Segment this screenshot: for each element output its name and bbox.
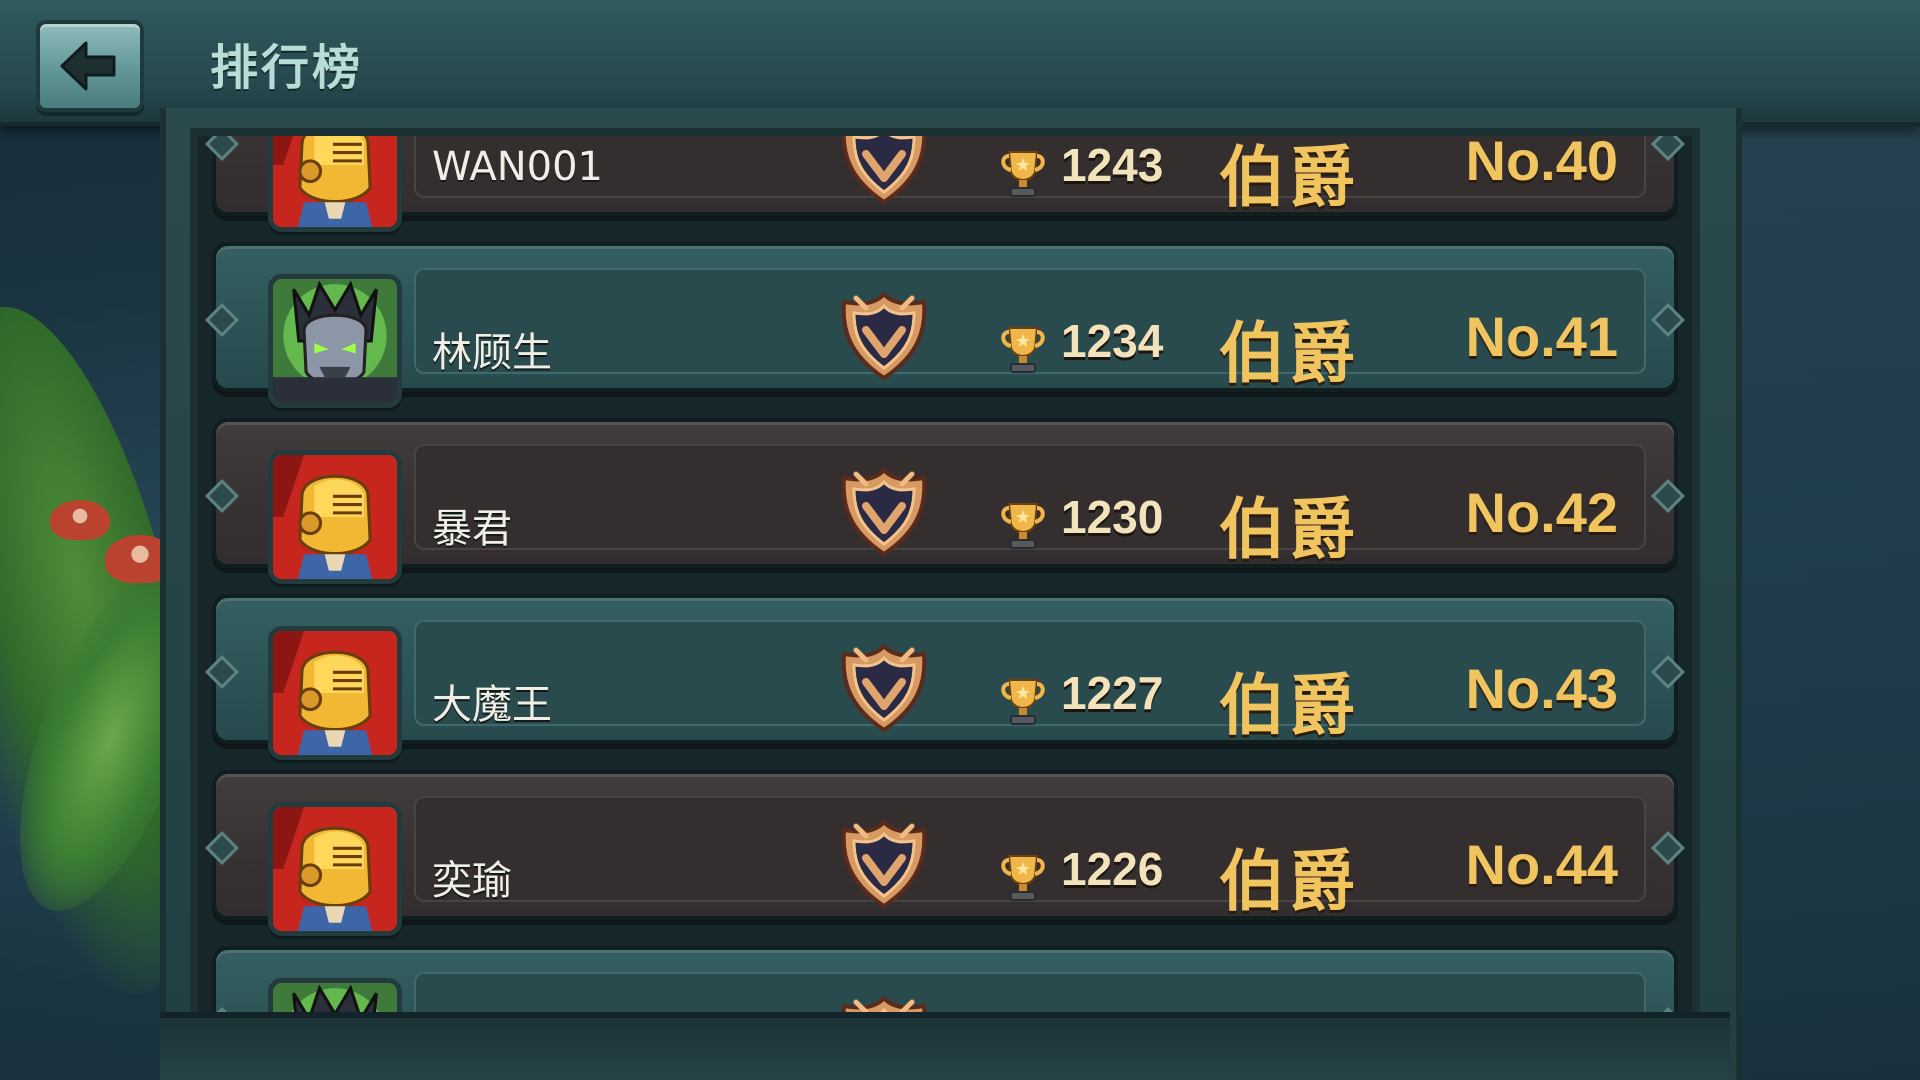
cave-wall-decoration: [1720, 120, 1920, 1080]
row-plate: 大魔王 1227 伯爵 No.43: [205, 594, 1685, 760]
golden-knight-avatar: [273, 455, 397, 579]
mushroom-decoration: [50, 500, 110, 540]
rank-list-scroll[interactable]: WAN001 1243 伯爵 No.40 林顾生 1234 伯爵 No.41 暴…: [198, 129, 1692, 1012]
gem-ornament-icon: [1651, 136, 1685, 161]
rank-shield-badge-icon: [841, 818, 927, 909]
leaderboard-row[interactable]: WAN001 1243 伯爵 No.40: [198, 129, 1692, 232]
player-name: WAN001: [432, 144, 603, 190]
rank-position: No.40: [1465, 129, 1619, 192]
player-name: 奕瑜: [432, 858, 512, 904]
gem-ornament-icon: [1651, 831, 1685, 865]
golden-knight-avatar: [273, 631, 397, 755]
row-plate: 林顾生 1234 伯爵 No.41: [205, 242, 1685, 408]
trophy-score: 1227: [1061, 667, 1164, 719]
rank-shield-badge-icon: [841, 642, 927, 733]
trophy-icon: [1001, 679, 1045, 725]
leaderboard-frame-bottom: [160, 1012, 1730, 1080]
rank-shield-badge-icon: [841, 290, 927, 381]
rank-title: 伯爵: [1219, 315, 1359, 392]
rank-position: No.41: [1465, 305, 1619, 368]
player-name: 林顾生: [432, 330, 552, 376]
leaderboard-list[interactable]: WAN001 1243 伯爵 No.40 林顾生 1234 伯爵 No.41 暴…: [190, 128, 1700, 1020]
page-title: 排行榜: [210, 40, 364, 96]
leaderboard-row[interactable]: 奕瑜 1226 伯爵 No.44: [198, 760, 1692, 936]
rank-shield-badge-icon: [841, 136, 927, 205]
rank-position: No.42: [1465, 481, 1619, 544]
dark-lord-avatar: [273, 279, 397, 403]
trophy-icon: [1001, 855, 1045, 901]
gem-ornament-icon: [205, 303, 239, 337]
player-avatar[interactable]: [268, 802, 402, 936]
golden-knight-avatar: [273, 136, 397, 227]
gem-ornament-icon: [205, 655, 239, 689]
row-plate: WAN001 1243 伯爵 No.40: [205, 129, 1685, 232]
player-avatar[interactable]: [268, 450, 402, 584]
row-plate: 翩 1218 伯爵 No.45: [205, 946, 1685, 1012]
rank-title: 伯爵: [1219, 139, 1359, 216]
trophy-score: 1230: [1061, 491, 1164, 543]
back-arrow-icon: [60, 41, 116, 91]
gem-ornament-icon: [1651, 479, 1685, 513]
gem-ornament-icon: [1651, 303, 1685, 337]
trophy-score: 1226: [1061, 843, 1164, 895]
leaderboard-row[interactable]: 翩 1218 伯爵 No.45: [198, 936, 1692, 1012]
trophy-score: 1234: [1061, 315, 1164, 367]
trophy-icon: [1001, 503, 1045, 549]
leaderboard-screen: 排行榜 WAN001 1243 伯爵 No.40 林顾生 1234 伯爵 No.…: [0, 0, 1920, 1080]
player-avatar[interactable]: [268, 136, 402, 232]
rank-title: 伯爵: [1219, 491, 1359, 568]
leaderboard-row[interactable]: 大魔王 1227 伯爵 No.43: [198, 584, 1692, 760]
golden-knight-avatar: [273, 807, 397, 931]
row-plate: 暴君 1230 伯爵 No.42: [205, 418, 1685, 584]
gem-ornament-icon: [205, 136, 239, 161]
player-avatar[interactable]: [268, 274, 402, 408]
gem-ornament-icon: [205, 479, 239, 513]
rank-position: No.43: [1465, 657, 1619, 720]
player-name: 大魔王: [432, 682, 552, 728]
player-name: 暴君: [432, 506, 512, 552]
leaderboard-row[interactable]: 林顾生 1234 伯爵 No.41: [198, 232, 1692, 408]
rank-position: No.44: [1465, 833, 1619, 896]
trophy-icon: [1001, 151, 1045, 197]
leaderboard-row[interactable]: 暴君 1230 伯爵 No.42: [198, 408, 1692, 584]
rank-title: 伯爵: [1219, 843, 1359, 920]
back-button[interactable]: [36, 20, 144, 112]
gem-ornament-icon: [205, 831, 239, 865]
trophy-icon: [1001, 327, 1045, 373]
row-plate: 奕瑜 1226 伯爵 No.44: [205, 770, 1685, 936]
rank-title: 伯爵: [1219, 667, 1359, 744]
player-avatar[interactable]: [268, 626, 402, 760]
gem-ornament-icon: [1651, 655, 1685, 689]
trophy-score: 1243: [1061, 139, 1164, 191]
rank-shield-badge-icon: [841, 466, 927, 557]
